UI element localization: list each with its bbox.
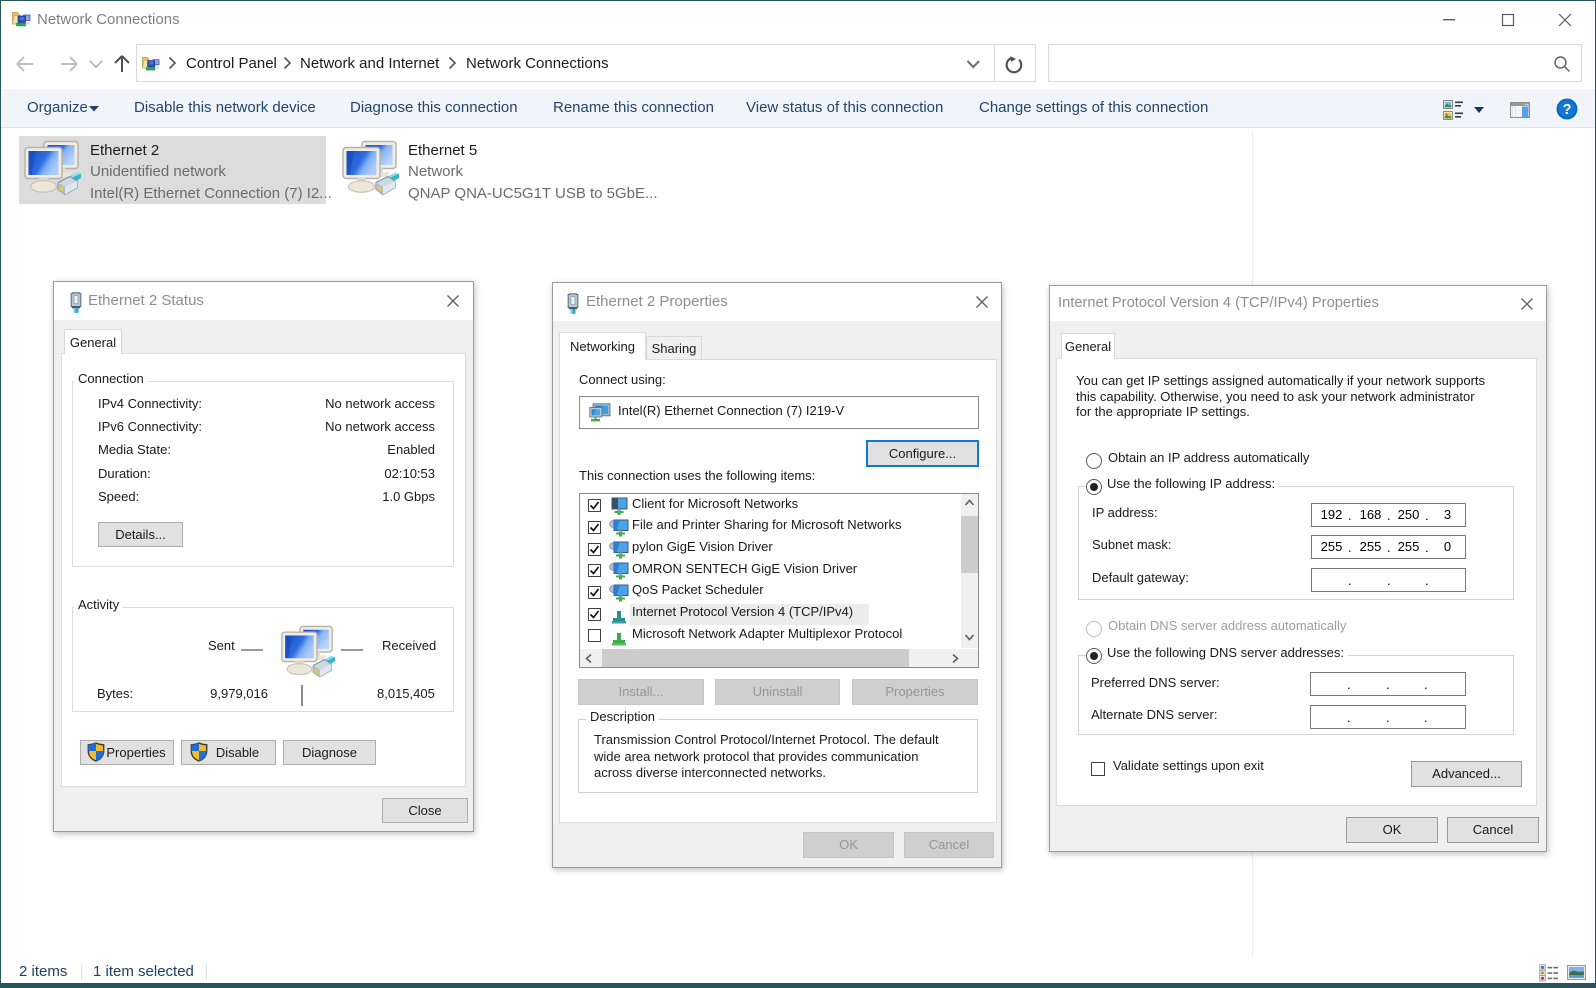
svg-text:?: ?	[1563, 102, 1572, 118]
